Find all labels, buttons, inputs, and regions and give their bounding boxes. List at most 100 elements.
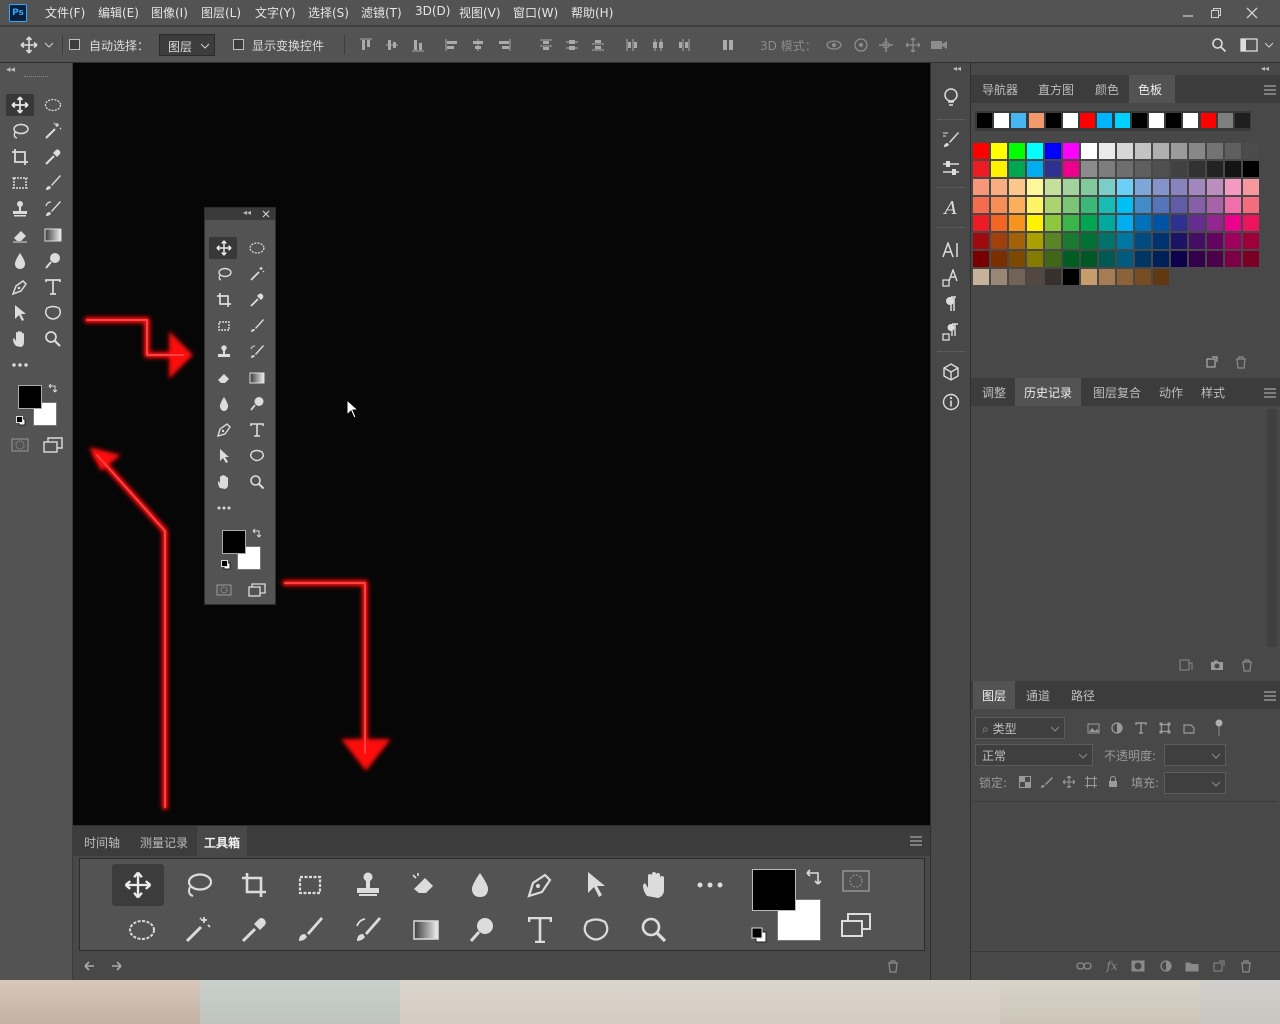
collapse-toolbar-icon[interactable]: ◂◂ [6, 65, 15, 75]
opacity-input[interactable] [1164, 744, 1226, 766]
color-swatch[interactable] [1171, 179, 1187, 195]
color-swatch[interactable] [1189, 197, 1205, 213]
eraser-tool-icon[interactable] [213, 368, 235, 388]
hand-tool-icon[interactable] [638, 869, 670, 901]
3d-icon[interactable] [940, 361, 962, 383]
paragraph-icon[interactable] [940, 293, 962, 315]
stamp-tool-icon[interactable] [352, 869, 384, 901]
align-top-icon[interactable] [358, 37, 374, 53]
color-swatch[interactable] [1099, 269, 1115, 285]
color-swatch[interactable] [1027, 233, 1043, 249]
crop-tool-icon[interactable] [238, 869, 270, 901]
blend-mode-dropdown[interactable]: 正常 [975, 744, 1093, 766]
color-swatch[interactable] [1081, 215, 1097, 231]
brush-tool-icon[interactable] [294, 914, 326, 946]
lock-transparent-icon[interactable] [1017, 774, 1033, 790]
eyedropper-icon[interactable] [42, 147, 64, 167]
learn-icon[interactable] [940, 87, 962, 109]
zoom-tool-icon[interactable] [42, 329, 64, 349]
align-left-icon[interactable] [444, 37, 460, 53]
distribute-right-icon[interactable] [676, 37, 692, 53]
color-swatch[interactable] [991, 215, 1007, 231]
3d-orbit-icon[interactable] [824, 36, 844, 54]
type-tool-icon[interactable] [42, 277, 64, 297]
fill-input[interactable] [1164, 772, 1226, 794]
color-swatch[interactable] [1243, 233, 1259, 249]
brush-presets-icon[interactable] [940, 157, 962, 179]
character-styles-icon[interactable] [940, 267, 962, 289]
color-swatch[interactable] [1027, 251, 1043, 267]
menu-layer[interactable]: 图层(L) [201, 4, 241, 21]
magic-wand-icon[interactable] [246, 264, 268, 284]
character-icon[interactable] [940, 239, 962, 261]
color-swatch[interactable] [1027, 143, 1043, 159]
pen-tool-icon[interactable] [213, 420, 235, 440]
delete-swatch-icon[interactable] [1233, 355, 1249, 369]
paragraph-styles-icon[interactable] [940, 321, 962, 343]
color-swatch[interactable] [1045, 179, 1061, 195]
color-swatch[interactable] [1009, 161, 1025, 177]
color-swatch[interactable] [1135, 143, 1151, 159]
3d-camera-icon[interactable] [929, 36, 949, 54]
shape-tool-icon[interactable] [42, 303, 64, 323]
filter-pixel-icon[interactable] [1085, 720, 1101, 736]
blur-tool-icon[interactable] [9, 251, 31, 271]
glyphs-icon[interactable]: A [940, 197, 962, 219]
color-swatch[interactable] [1063, 197, 1079, 213]
color-swatch[interactable] [1027, 197, 1043, 213]
menu-select[interactable]: 选择(S) [308, 4, 349, 21]
color-swatch[interactable] [1189, 161, 1205, 177]
color-swatch[interactable] [1207, 143, 1223, 159]
color-swatch[interactable] [1081, 251, 1097, 267]
color-swatch[interactable] [1153, 251, 1169, 267]
color-swatch[interactable] [1009, 233, 1025, 249]
color-swatch[interactable] [991, 269, 1007, 285]
menu-3d[interactable]: 3D(D) [415, 4, 450, 18]
shape-tool-icon[interactable] [580, 914, 612, 946]
recent-swatch[interactable] [1063, 113, 1078, 128]
lasso-tool-icon[interactable] [9, 121, 31, 141]
filter-shape-icon[interactable] [1157, 720, 1173, 736]
menu-type[interactable]: 文字(Y) [255, 4, 296, 21]
dodge-tool-icon[interactable] [466, 914, 498, 946]
color-swatch[interactable] [1225, 215, 1241, 231]
color-swatch[interactable] [1135, 197, 1151, 213]
color-swatch[interactable] [1135, 233, 1151, 249]
recent-swatch[interactable] [1011, 113, 1027, 128]
color-swatch[interactable] [1063, 161, 1079, 177]
recent-swatch[interactable] [1097, 113, 1113, 128]
recent-swatch[interactable] [1166, 113, 1182, 128]
color-swatch[interactable] [1081, 143, 1097, 159]
color-swatch[interactable] [1081, 179, 1097, 195]
color-swatch[interactable] [1153, 269, 1169, 285]
recent-swatch[interactable] [1235, 113, 1250, 128]
color-swatch[interactable] [1045, 161, 1061, 177]
color-swatch[interactable] [1243, 251, 1259, 267]
tab-swatches[interactable]: 色板 [1138, 81, 1162, 98]
add-mask-icon[interactable] [1129, 959, 1147, 973]
tab-toolbox[interactable]: 工具箱 [204, 834, 240, 851]
color-swatch[interactable] [1117, 251, 1133, 267]
lock-position-icon[interactable] [1061, 774, 1077, 790]
swap-colors-icon[interactable] [47, 382, 59, 394]
filter-smart-object-icon[interactable] [1181, 720, 1197, 736]
color-swatch[interactable] [991, 179, 1007, 195]
new-layer-icon[interactable] [1210, 959, 1228, 973]
marquee-tool-icon[interactable] [126, 914, 158, 946]
color-swatch[interactable] [1063, 269, 1079, 285]
chevron-down-icon[interactable] [43, 39, 55, 51]
menu-image[interactable]: 图像(I) [151, 4, 188, 21]
crop-tool-icon[interactable] [9, 147, 31, 167]
lock-artboard-icon[interactable] [1083, 774, 1099, 790]
foreground-color-swatch[interactable] [222, 530, 246, 554]
align-right-icon[interactable] [496, 37, 512, 53]
screen-mode-icon[interactable] [246, 580, 268, 600]
color-swatch[interactable] [1171, 251, 1187, 267]
tab-timeline[interactable]: 时间轴 [84, 834, 120, 851]
tab-actions[interactable]: 动作 [1159, 384, 1183, 401]
tab-navigator[interactable]: 导航器 [982, 81, 1018, 98]
distribute-vcenter-icon[interactable] [564, 37, 580, 53]
color-swatch[interactable] [1207, 233, 1223, 249]
color-swatch[interactable] [1099, 143, 1115, 159]
color-swatch[interactable] [973, 179, 989, 195]
